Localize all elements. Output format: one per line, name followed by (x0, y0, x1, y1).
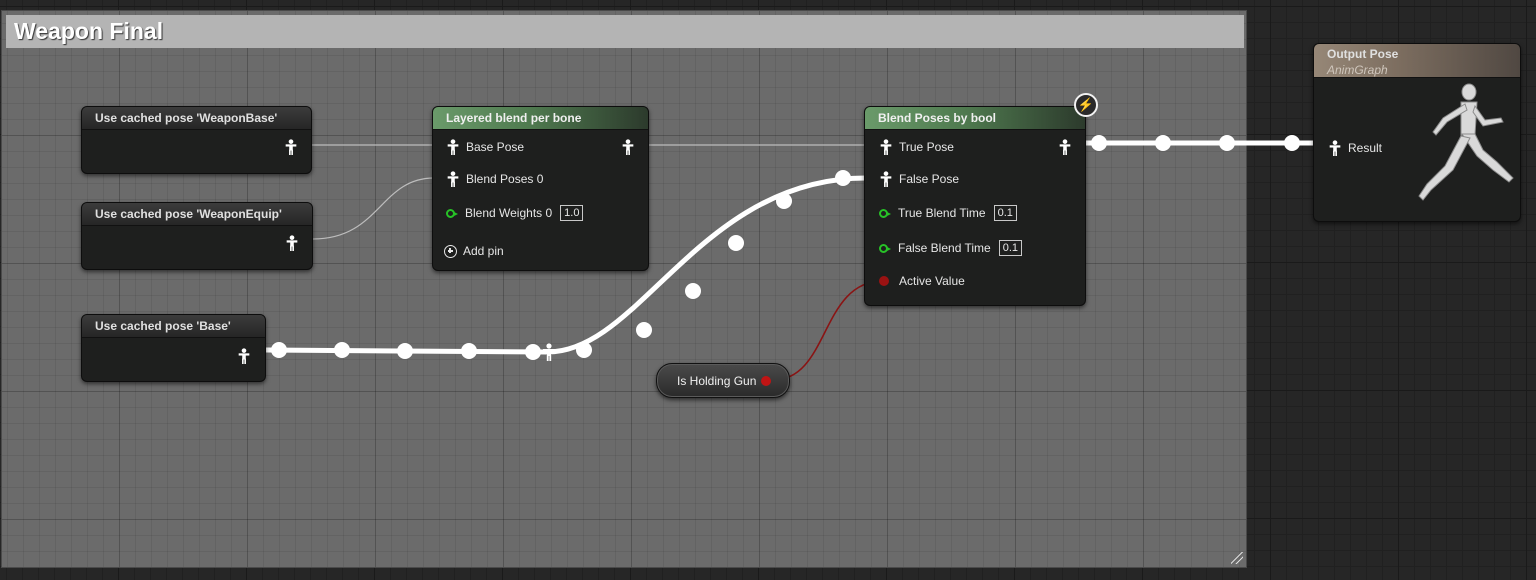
pose-pin-icon (1328, 140, 1342, 156)
plus-circle-icon (444, 244, 457, 258)
pin-base-pose[interactable]: Base Pose (446, 139, 524, 155)
pin-output-pose[interactable] (1058, 139, 1072, 155)
node-title: Blend Poses by bool (865, 107, 1085, 130)
pose-pin-icon (237, 348, 251, 364)
output-pose-pin[interactable] (285, 235, 299, 251)
comment-title[interactable]: Weapon Final (6, 15, 1244, 48)
pose-pin-icon (446, 171, 460, 187)
pose-pin-icon (879, 139, 893, 155)
blend-weights-value-input[interactable]: 1.0 (560, 205, 584, 221)
pin-label: True Blend Time (898, 206, 986, 220)
node-blend-poses-by-bool[interactable]: Blend Poses by bool True Pose False Pose… (864, 106, 1086, 306)
pin-true-pose[interactable]: True Pose (879, 139, 954, 155)
node-title-block: Output Pose AnimGraph (1314, 44, 1520, 78)
pose-pin-icon (285, 235, 299, 251)
float-pin-icon (879, 208, 891, 218)
node-cached-pose-weaponbase[interactable]: Use cached pose 'WeaponBase' (81, 106, 312, 174)
pin-label: True Pose (899, 140, 954, 154)
mannequin-running-icon (1418, 83, 1514, 201)
pin-true-blend-time[interactable]: True Blend Time 0.1 (879, 205, 1017, 221)
pose-pin-icon (1058, 139, 1072, 155)
add-pin-button[interactable]: Add pin (444, 244, 504, 258)
pin-false-blend-time[interactable]: False Blend Time 0.1 (879, 240, 1023, 256)
node-cached-pose-weaponequip[interactable]: Use cached pose 'WeaponEquip' (81, 202, 313, 270)
pose-pin-icon (446, 139, 460, 155)
output-pose-pin[interactable] (237, 348, 251, 364)
variable-label: Is Holding Gun (677, 374, 757, 388)
pin-blend-poses-0[interactable]: Blend Poses 0 (446, 171, 543, 187)
float-pin-icon (879, 243, 891, 253)
pin-label: Result (1348, 141, 1383, 155)
resize-grip-icon[interactable] (1231, 552, 1243, 564)
add-pin-label: Add pin (463, 244, 504, 258)
lightning-icon: ⚡ (1074, 93, 1098, 117)
float-pin-icon (446, 208, 458, 218)
node-subtitle: AnimGraph (1327, 63, 1388, 77)
node-title: Use cached pose 'WeaponEquip' (82, 203, 312, 226)
node-title: Use cached pose 'Base' (82, 315, 265, 338)
pin-false-pose[interactable]: False Pose (879, 171, 959, 187)
node-title: Output Pose (1327, 47, 1399, 61)
pin-label: False Pose (899, 172, 960, 186)
pin-output-pose[interactable] (621, 139, 635, 155)
node-layered-blend-per-bone[interactable]: Layered blend per bone Base Pose Blend P… (432, 106, 649, 271)
pin-label: Blend Poses 0 (466, 172, 544, 186)
node-title: Use cached pose 'WeaponBase' (82, 107, 311, 130)
bool-pin-icon (879, 276, 889, 286)
pose-pin-icon (621, 139, 635, 155)
pin-result[interactable]: Result (1328, 140, 1382, 156)
true-blend-time-input[interactable]: 0.1 (993, 205, 1017, 221)
pin-label: Base Pose (466, 140, 525, 154)
pin-blend-weights-0[interactable]: Blend Weights 0 1.0 (446, 205, 584, 221)
node-is-holding-gun[interactable]: Is Holding Gun (656, 363, 790, 398)
pose-pin-icon (284, 139, 298, 155)
node-cached-pose-base[interactable]: Use cached pose 'Base' (81, 314, 266, 382)
pose-pin-icon (879, 171, 893, 187)
pin-label: Blend Weights 0 (465, 206, 553, 220)
pin-active-value[interactable]: Active Value (879, 274, 965, 288)
false-blend-time-input[interactable]: 0.1 (998, 240, 1023, 256)
node-title: Layered blend per bone (433, 107, 648, 130)
bool-pin-icon[interactable] (761, 376, 771, 386)
output-pose-pin[interactable] (284, 139, 298, 155)
pin-label: Active Value (899, 274, 965, 288)
pin-label: False Blend Time (898, 241, 991, 255)
